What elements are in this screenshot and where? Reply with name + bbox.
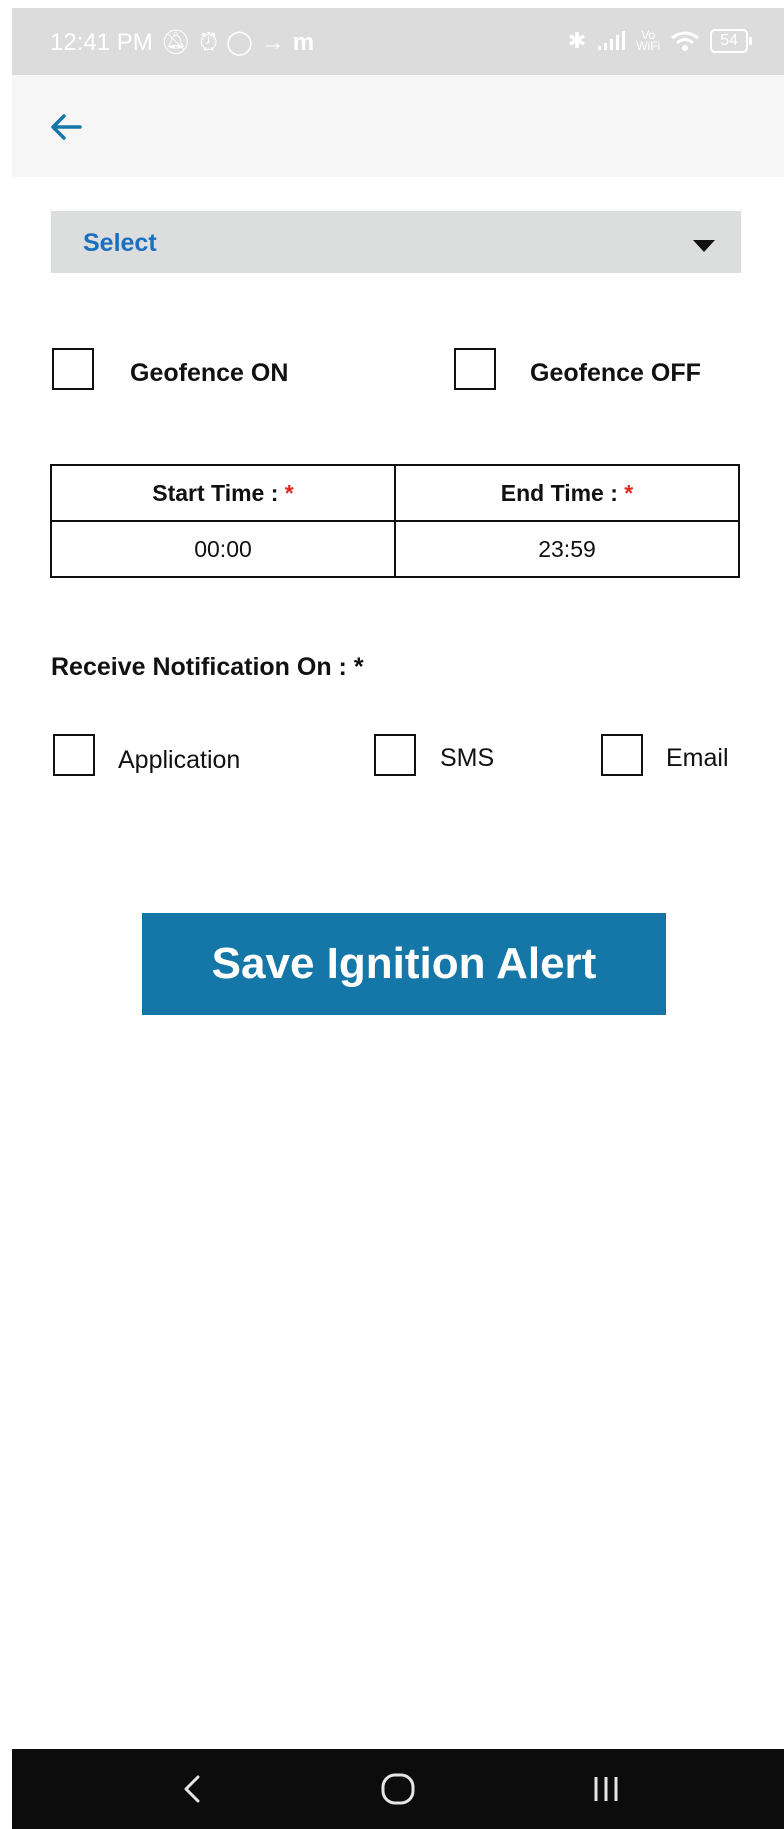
sms-label: SMS bbox=[440, 744, 495, 772]
start-time-input[interactable]: 00:00 bbox=[52, 522, 396, 576]
vowifi-icon: Vo WiFi bbox=[636, 29, 661, 53]
whatsapp-icon: ◯ bbox=[225, 29, 253, 56]
chevron-down-icon bbox=[693, 240, 715, 252]
vehicle-select-dropdown[interactable]: Select bbox=[51, 211, 741, 273]
status-time: 12:41 PM bbox=[50, 28, 153, 56]
alarm-icon: ⏰︎ bbox=[199, 28, 218, 56]
geofence-off-label: Geofence OFF bbox=[530, 359, 701, 387]
status-left: 12:41 PM 🔕︎ ⏰︎ ◯ → m bbox=[50, 28, 314, 57]
notification-title: Receive Notification On : * bbox=[51, 653, 364, 681]
select-value: Select bbox=[83, 229, 157, 257]
system-nav-bar bbox=[12, 1749, 784, 1829]
start-time-header: Start Time : * bbox=[52, 466, 396, 522]
end-time-label: End Time : bbox=[500, 480, 618, 506]
signal-icon bbox=[598, 31, 626, 50]
email-checkbox[interactable] bbox=[601, 734, 643, 776]
vowifi-bottom-text: WiFi bbox=[636, 39, 661, 53]
time-range-table: Start Time : * End Time : * 00:00 23:59 bbox=[50, 464, 740, 578]
app-screen: 12:41 PM 🔕︎ ⏰︎ ◯ → m ✱ Vo WiFi 54 Select… bbox=[12, 8, 784, 1829]
m-app-icon: m bbox=[292, 28, 315, 56]
battery-icon: 54 bbox=[710, 29, 752, 53]
geofence-off-checkbox[interactable] bbox=[454, 348, 496, 390]
end-time-input[interactable]: 23:59 bbox=[396, 522, 738, 576]
app-bar bbox=[12, 75, 784, 177]
muted-icon: 🔕︎ bbox=[160, 29, 192, 56]
end-time-header: End Time : * bbox=[396, 466, 738, 522]
arrow-icon: → bbox=[260, 28, 285, 56]
application-label: Application bbox=[118, 746, 241, 774]
start-time-label: Start Time : bbox=[152, 480, 279, 506]
geofence-on-label: Geofence ON bbox=[130, 359, 289, 387]
bluetooth-icon: ✱ bbox=[567, 28, 587, 53]
save-ignition-alert-button[interactable]: Save Ignition Alert bbox=[142, 913, 666, 1015]
application-checkbox[interactable] bbox=[53, 734, 95, 776]
start-time-required: * bbox=[284, 480, 294, 506]
geofence-on-checkbox[interactable] bbox=[52, 348, 94, 390]
nav-back-icon[interactable] bbox=[162, 1767, 222, 1811]
status-right: ✱ Vo WiFi 54 bbox=[567, 28, 752, 54]
email-label: Email bbox=[666, 744, 729, 772]
arrow-left-icon[interactable] bbox=[46, 107, 86, 147]
status-bar: 12:41 PM 🔕︎ ⏰︎ ◯ → m ✱ Vo WiFi 54 bbox=[12, 8, 784, 75]
sms-checkbox[interactable] bbox=[374, 734, 416, 776]
end-time-required: * bbox=[624, 480, 634, 506]
nav-home-icon[interactable] bbox=[368, 1767, 428, 1811]
nav-recents-icon[interactable] bbox=[576, 1767, 636, 1811]
wifi-icon bbox=[671, 31, 700, 51]
